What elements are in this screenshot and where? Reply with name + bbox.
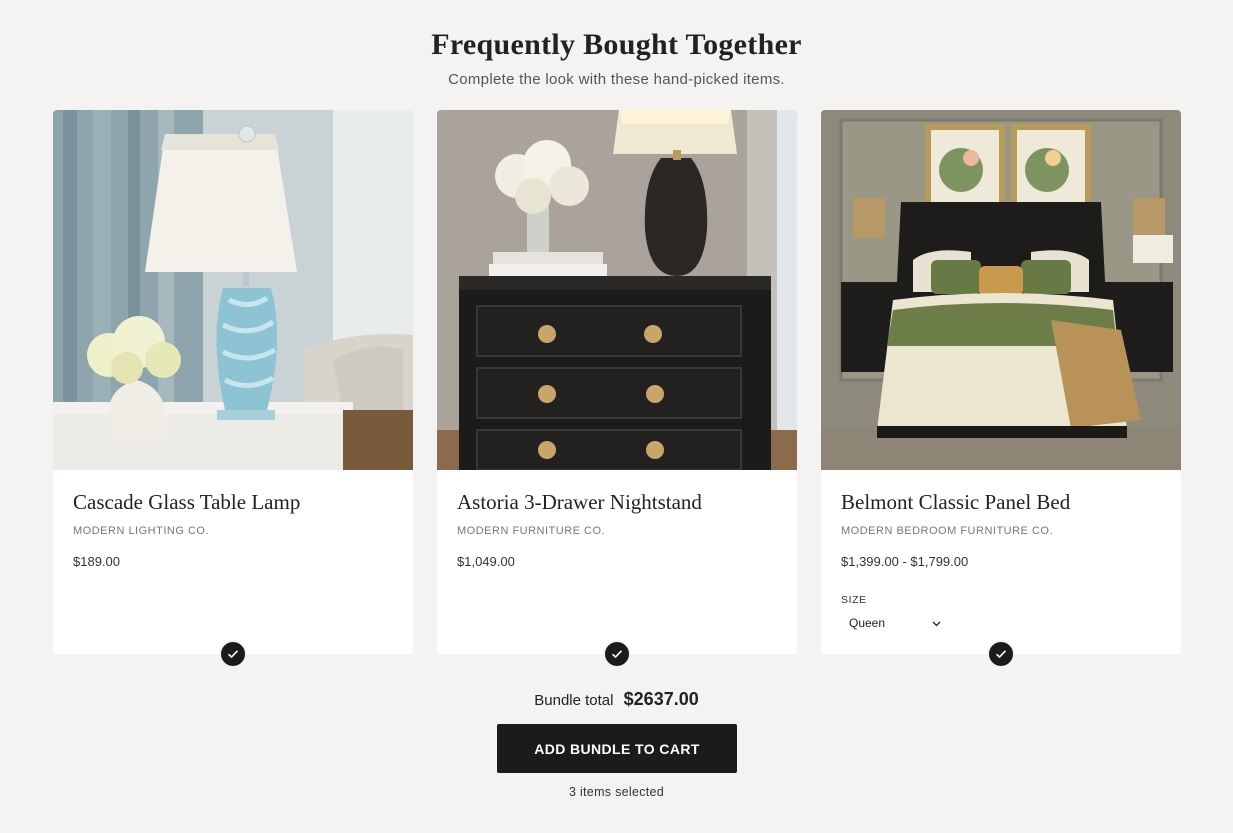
- bundle-total-value: $2637.00: [623, 689, 699, 709]
- product-image-bed[interactable]: [821, 110, 1181, 470]
- product-price: $1,399.00 - $1,799.00: [841, 554, 969, 569]
- items-selected-count: 3 items selected: [568, 785, 665, 799]
- product-name[interactable]: Cascade Glass Table Lamp: [73, 490, 300, 515]
- product-name[interactable]: Belmont Classic Panel Bed: [841, 490, 1070, 515]
- product-image-lamp[interactable]: [53, 110, 413, 470]
- selected-check-icon[interactable]: [603, 640, 631, 668]
- product-name[interactable]: Astoria 3-Drawer Nightstand: [457, 490, 702, 515]
- section-title: Frequently Bought Together: [431, 28, 802, 61]
- selected-check-icon[interactable]: [987, 640, 1015, 668]
- product-price: $189.00: [73, 554, 120, 569]
- product-card-nightstand[interactable]: Astoria 3-Drawer Nightstand MODERN FURNI…: [437, 110, 797, 668]
- product-brand: MODERN LIGHTING CO.: [73, 525, 210, 537]
- selected-check-icon[interactable]: [219, 640, 247, 668]
- product-brand: MODERN FURNITURE CO.: [457, 525, 606, 537]
- product-card-bed[interactable]: Belmont Classic Panel Bed MODERN BEDROOM…: [821, 110, 1181, 668]
- size-select[interactable]: Queen: [841, 613, 945, 633]
- add-bundle-to-cart-button[interactable]: ADD BUNDLE TO CART: [497, 724, 737, 773]
- bundle-total-label: Bundle total: [534, 692, 614, 709]
- product-price: $1,049.00: [457, 554, 515, 569]
- chevron-down-icon: [932, 616, 941, 630]
- product-image-nightstand[interactable]: [437, 110, 797, 470]
- bundle-total: Bundle total $2637.00: [0, 689, 1233, 710]
- product-card-lamp[interactable]: Cascade Glass Table Lamp MODERN LIGHTING…: [53, 110, 413, 668]
- size-select-value: Queen: [849, 616, 886, 630]
- product-brand: MODERN BEDROOM FURNITURE CO.: [841, 525, 1053, 537]
- size-label: SIZE: [841, 594, 867, 606]
- section-subtitle: Complete the look with these hand-picked…: [448, 71, 785, 88]
